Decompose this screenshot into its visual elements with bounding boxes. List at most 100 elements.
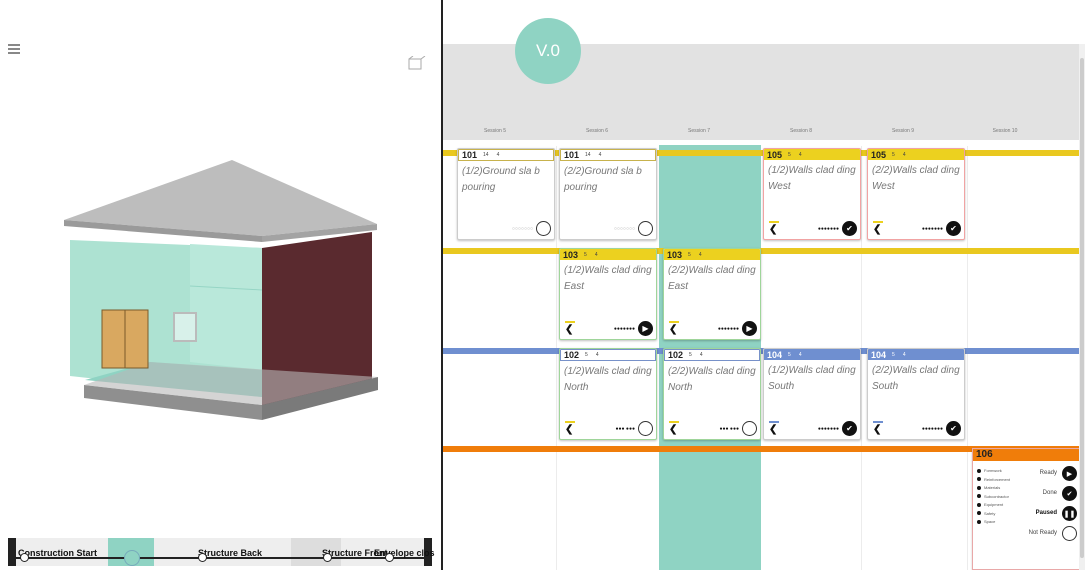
timeline-marker[interactable]: [323, 553, 332, 562]
task-card[interactable]: 102 5 4 (2/2)Walls clad ding North ❮ ●●● ●…: [663, 348, 761, 440]
empty-circle-icon: [1062, 526, 1077, 541]
back-arrow-icon[interactable]: ❮: [873, 224, 881, 235]
scrollbar-thumb[interactable]: [1080, 58, 1084, 558]
schedule-board: Session 5 Session 6 Session 7 Session 8 …: [443, 44, 1085, 570]
legend-status-label: Paused: [1035, 510, 1057, 516]
card-header: 105 5 4: [868, 149, 964, 160]
card-title: (1/2)Walls clad ding West: [768, 165, 856, 192]
worker-count: 4: [598, 152, 602, 158]
card-title: (2/2)Walls clad ding North: [668, 366, 756, 393]
crew-count: 5: [584, 251, 587, 258]
task-card[interactable]: 105 5 4 (2/2)Walls clad ding West ❮ ●●●●●●…: [867, 148, 965, 240]
constraint-item: Safety: [977, 510, 1010, 519]
worker-count: 4: [496, 152, 500, 158]
task-card[interactable]: 104 5 4 (2/2)Walls clad ding South ❮ ●●●●●…: [867, 348, 965, 440]
worker-count: 4: [594, 251, 598, 258]
status-not-ready-icon[interactable]: [638, 221, 653, 236]
worker-count: 4: [902, 351, 906, 358]
ready-icon: ▶: [1062, 466, 1077, 481]
task-card[interactable]: 102 5 4 (1/2)Walls clad ding North ❮ ●●● ●…: [559, 348, 657, 440]
card-footer: ○○○○○○○: [563, 220, 653, 236]
version-badge: V.0: [515, 18, 581, 84]
vertical-scrollbar[interactable]: [1079, 44, 1085, 570]
legend-status-label: Not Ready: [1028, 530, 1057, 536]
session-label: Session 5: [484, 128, 506, 134]
card-id: 103: [563, 249, 579, 260]
trade-color-bar: [565, 421, 575, 423]
legend-card[interactable]: 106 Formwork Reinforcement Materials Sub…: [972, 448, 1082, 570]
trade-color-bar: [873, 421, 883, 423]
progress-dots: ●●●●●●●: [921, 426, 943, 432]
legend-status-label: Done: [1042, 490, 1057, 496]
crew-count: 14: [483, 152, 489, 158]
card-footer: ❮ ●●●●●●● ▶: [563, 320, 653, 336]
progress-dots: ●●● ●●●: [719, 426, 739, 432]
task-card[interactable]: 103 5 4 (2/2)Walls clad ding East ❮ ●●●●●●…: [663, 248, 761, 340]
card-header: 104 5 4: [764, 349, 860, 360]
crew-count: 5: [689, 352, 692, 358]
crew-count: 5: [788, 351, 791, 358]
card-id: 102: [564, 350, 580, 360]
task-card[interactable]: 103 5 4 (1/2)Walls clad ding East ❮ ●●●●●●…: [559, 248, 657, 340]
worker-count: 4: [798, 151, 802, 158]
trade-color-bar: [669, 321, 679, 323]
back-arrow-icon[interactable]: ❮: [565, 424, 573, 435]
task-card[interactable]: 105 5 4 (1/2)Walls clad ding West ❮ ●●●●●●…: [763, 148, 861, 240]
status-not-ready-icon[interactable]: [536, 221, 551, 236]
legend-status-paused: Paused ❚❚: [1017, 506, 1077, 522]
back-arrow-icon[interactable]: ❮: [669, 324, 677, 335]
card-header: 102 5 4: [664, 349, 760, 361]
status-done-icon[interactable]: ✔: [946, 221, 961, 236]
lane-blue: [443, 348, 1079, 354]
session-label: Session 8: [790, 128, 812, 134]
status-done-icon[interactable]: ✔: [842, 421, 857, 436]
worker-count: 4: [902, 151, 906, 158]
progress-dots: ●●● ●●●: [615, 426, 635, 432]
timeline-marker[interactable]: [198, 553, 207, 562]
status-not-ready-icon[interactable]: [638, 421, 653, 436]
status-done-icon[interactable]: ✔: [946, 421, 961, 436]
crew-count: 5: [585, 352, 588, 358]
constraint-list: Formwork Reinforcement Materials Subcont…: [977, 467, 1010, 527]
card-header: 105 5 4: [764, 149, 860, 160]
back-arrow-icon[interactable]: ❮: [565, 324, 573, 335]
timeline-marker[interactable]: [20, 553, 29, 562]
house-3d-model[interactable]: [0, 0, 441, 530]
card-id: 102: [668, 350, 684, 360]
constraint-item: Space: [977, 518, 1010, 527]
column-divider: [861, 146, 862, 570]
progress-dots: ●●●●●●●: [817, 426, 839, 432]
card-id: 104: [767, 349, 783, 360]
task-card[interactable]: 104 5 4 (1/2)Walls clad ding South ❮ ●●●●●…: [763, 348, 861, 440]
trade-color-bar: [669, 421, 679, 423]
timeline-slider-handle[interactable]: [124, 550, 140, 566]
session-label: Session 10: [992, 128, 1018, 134]
task-card[interactable]: 101 14 4 (2/2)Ground sla b pouring ○○○○○○○: [559, 148, 657, 240]
back-arrow-icon[interactable]: ❮: [769, 224, 777, 235]
model-viewer-panel[interactable]: Construction Start Structure Back Struct…: [0, 0, 443, 570]
card-title: (2/2)Walls clad ding South: [872, 365, 960, 392]
session-label: Session 7: [688, 128, 710, 134]
card-title: (2/2)Ground sla b pouring: [564, 166, 642, 193]
card-footer: ❮ ●●●●●●● ▶: [667, 320, 757, 336]
legend-status-label: Ready: [1039, 470, 1057, 476]
status-not-ready-icon[interactable]: [742, 421, 757, 436]
status-ready-icon[interactable]: ▶: [638, 321, 653, 336]
back-arrow-icon[interactable]: ❮: [669, 424, 677, 435]
worker-count: 4: [698, 251, 702, 258]
progress-dots: ○○○○○○○: [613, 226, 635, 232]
pause-icon: ❚❚: [1062, 506, 1077, 521]
card-id: 103: [667, 249, 683, 260]
progress-dots: ●●●●●●●: [817, 226, 839, 232]
timeline-label: Structure Back: [198, 548, 263, 558]
status-done-icon[interactable]: ✔: [842, 221, 857, 236]
card-id: 105: [767, 149, 783, 160]
task-card[interactable]: 101 14 4 (1/2)Ground sla b pouring ○○○○○○○: [457, 148, 555, 240]
construction-timeline[interactable]: Construction Start Structure Back Struct…: [8, 538, 435, 566]
back-arrow-icon[interactable]: ❮: [873, 424, 881, 435]
timeline-marker[interactable]: [385, 553, 394, 562]
constraint-item: Formwork: [977, 467, 1010, 476]
card-header: 104 5 4: [868, 349, 964, 360]
back-arrow-icon[interactable]: ❮: [769, 424, 777, 435]
status-ready-icon[interactable]: ▶: [742, 321, 757, 336]
